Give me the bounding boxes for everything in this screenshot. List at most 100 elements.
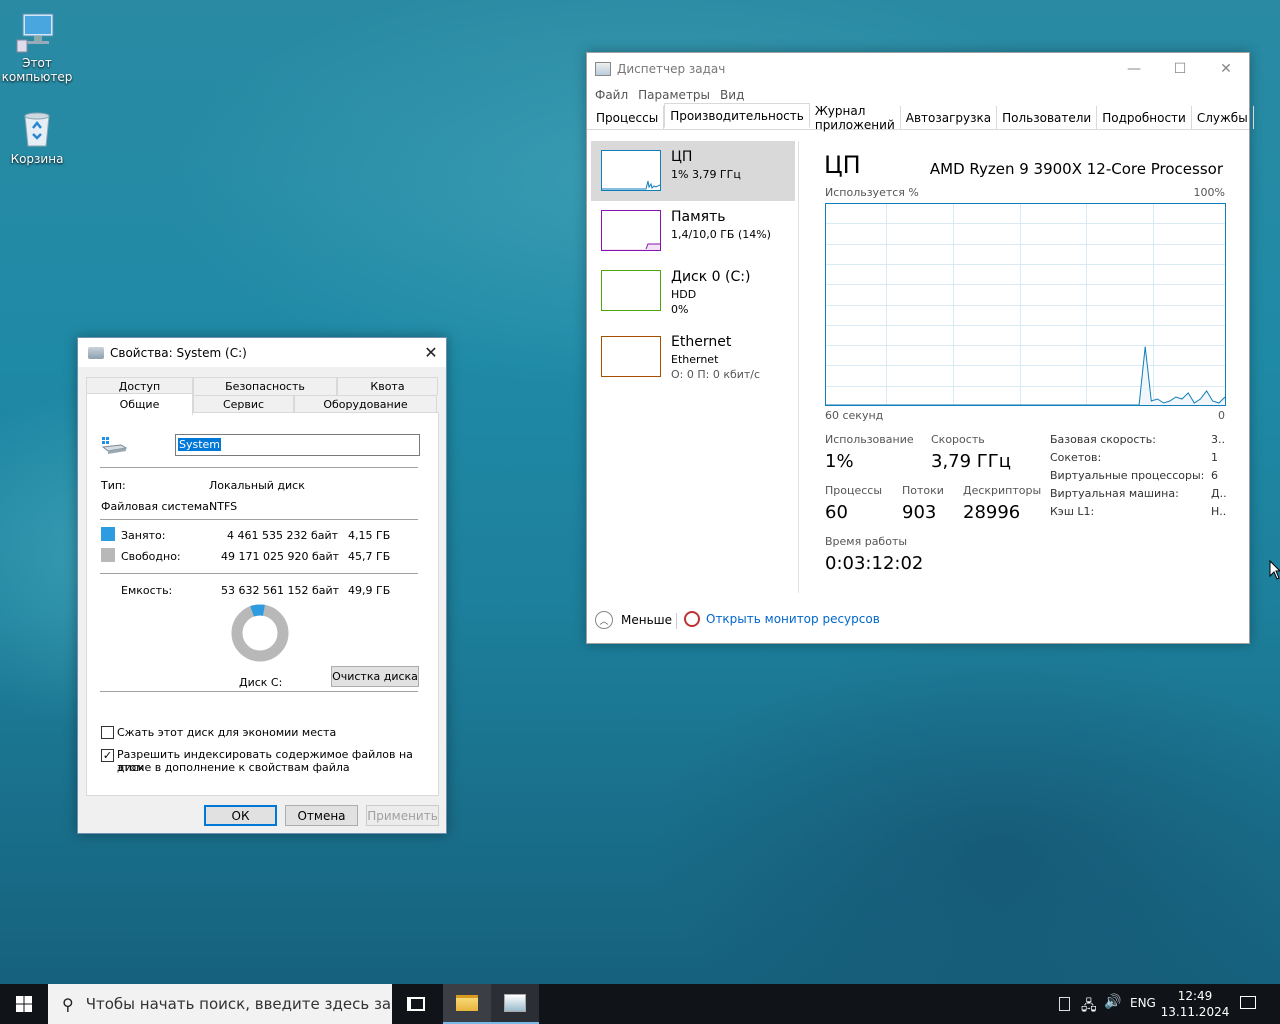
cpu-thumbnail: [601, 150, 661, 191]
maximize-button[interactable]: ☐: [1157, 53, 1203, 84]
maximize-icon: ☐: [1173, 60, 1187, 77]
graph-max: 100%: [1193, 186, 1225, 199]
free-bytes: 49 171 025 920 байт: [221, 550, 340, 563]
usage-label: Использование: [825, 433, 914, 446]
ok-button[interactable]: ОК: [204, 805, 277, 826]
graph-time: 60 секунд: [825, 409, 884, 422]
free-gb: 45,7 ГБ: [348, 550, 391, 563]
side-sub: 0%: [671, 303, 689, 316]
graph-label: Используется %: [825, 186, 919, 199]
compress-label: Сжать этот диск для экономии места: [117, 726, 337, 739]
taskbar: ⚲ Чтобы начать поиск, введите здесь запр…: [0, 984, 1280, 1024]
desktop-icon-recycle-bin[interactable]: Корзина: [0, 106, 74, 166]
close-button[interactable]: ✕: [416, 338, 446, 367]
side-item-ethernet[interactable]: Ethernet Ethernet О: 0 П: 0 кбит/с: [591, 327, 795, 387]
used-swatch: [101, 527, 115, 541]
taskbar-app-task-manager[interactable]: [491, 984, 539, 1024]
side-item-disk[interactable]: Диск 0 (C:) HDD 0%: [591, 261, 795, 321]
folder-icon: [456, 995, 478, 1011]
right-stat-value: 6: [1211, 469, 1218, 482]
side-sub: О: 0 П: 0 кбит/с: [671, 368, 761, 381]
divider: [100, 519, 418, 520]
clock-date: 13.11.2024: [1160, 1005, 1230, 1019]
close-icon: ✕: [424, 343, 438, 362]
side-sub: 1,4/10,0 ГБ (14%): [671, 228, 771, 241]
search-box[interactable]: ⚲ Чтобы начать поиск, введите здесь запр…: [48, 984, 392, 1024]
tab-general[interactable]: Общие: [86, 393, 193, 415]
tab-quota[interactable]: Квота: [337, 377, 438, 395]
task-manager-window: Диспетчер задач — ☐ ✕ Файл Параметры Вид…: [586, 52, 1254, 644]
tablet-icon[interactable]: [1059, 997, 1070, 1011]
search-placeholder: Чтобы начать поиск, введите здесь запрос: [85, 995, 392, 1013]
tab-app-history[interactable]: Журнал приложений: [810, 104, 901, 132]
used-label: Занято:: [121, 529, 166, 542]
tab-security[interactable]: Безопасность: [193, 377, 337, 395]
divider: [100, 573, 418, 574]
tm-tabs: Процессы Производительность Журнал прило…: [587, 103, 1254, 132]
task-manager-icon: [595, 61, 611, 76]
tab-details[interactable]: Подробности: [1097, 106, 1192, 129]
speed-label: Скорость: [931, 433, 985, 446]
handles-value: 28996: [963, 502, 1021, 523]
handles-label: Дескрипторы: [963, 484, 1042, 497]
drive-icon: [88, 346, 104, 359]
menu-options[interactable]: Параметры: [638, 88, 710, 102]
desktop-icon-this-pc[interactable]: Этот компьютер: [0, 10, 74, 84]
right-stat-value: 3..: [1211, 433, 1225, 446]
language-indicator[interactable]: ENG: [1130, 996, 1156, 1010]
right-stat-label: Виртуальные процессоры:: [1050, 469, 1205, 482]
close-button[interactable]: ✕: [1203, 53, 1249, 84]
graph-frame: [825, 203, 1226, 406]
right-stat-label: Виртуальная машина:: [1050, 487, 1179, 500]
minimize-icon: —: [1127, 60, 1141, 77]
tm-titlebar[interactable]: Диспетчер задач — ☐ ✕: [587, 53, 1249, 84]
side-item-cpu[interactable]: ЦП 1% 3,79 ГГц: [591, 141, 795, 201]
side-sub: 1% 3,79 ГГц: [671, 168, 741, 181]
menu-file[interactable]: Файл: [595, 88, 628, 102]
cancel-button[interactable]: Отмена: [285, 805, 358, 826]
task-view-button[interactable]: [392, 984, 440, 1024]
processor-name: AMD Ryzen 9 3900X 12-Core Processor: [929, 160, 1223, 178]
tab-hardware[interactable]: Оборудование: [294, 395, 437, 413]
start-button[interactable]: [0, 984, 48, 1024]
fewer-details-button[interactable]: ︿ Меньше: [595, 611, 672, 629]
minimize-button[interactable]: —: [1111, 53, 1157, 84]
compress-checkbox[interactable]: [101, 726, 114, 739]
menu-view[interactable]: Вид: [720, 88, 744, 102]
free-label: Свободно:: [121, 550, 181, 563]
fs-label: Файловая система:: [101, 500, 213, 513]
disk-thumbnail: [601, 270, 661, 311]
open-resource-monitor-link[interactable]: Открыть монитор ресурсов: [684, 611, 880, 627]
tab-startup[interactable]: Автозагрузка: [901, 106, 998, 129]
general-panel: System Тип: Локальный диск Файловая сист…: [86, 412, 439, 796]
notifications-icon[interactable]: [1240, 996, 1256, 1009]
network-icon[interactable]: 🖧: [1081, 995, 1097, 1019]
tab-performance[interactable]: Производительность: [664, 103, 810, 128]
tab-services[interactable]: Службы: [1192, 106, 1254, 129]
taskbar-app-explorer[interactable]: [443, 984, 491, 1024]
apply-button[interactable]: Применить: [366, 805, 439, 826]
disk-cleanup-button[interactable]: Очистка диска: [331, 666, 419, 687]
task-view-icon: [407, 997, 425, 1011]
cpu-usage-graph: [825, 203, 1226, 406]
type-value: Локальный диск: [209, 479, 305, 492]
dialog-titlebar[interactable]: Свойства: System (C:) ✕: [78, 338, 446, 367]
volume-name-input[interactable]: System: [175, 434, 420, 456]
tab-users[interactable]: Пользователи: [997, 106, 1098, 129]
right-stat-value: Н..: [1211, 505, 1227, 518]
threads-label: Потоки: [902, 484, 944, 497]
dialog-title: Свойства: System (C:): [110, 345, 247, 360]
desktop-icon-label: Этот компьютер: [1, 56, 73, 84]
clock[interactable]: 12:49 13.11.2024: [1160, 988, 1230, 1020]
right-stat-label: Сокетов:: [1050, 451, 1102, 464]
right-stat-value: 1: [1211, 451, 1218, 464]
volume-icon[interactable]: 🔊: [1104, 994, 1121, 1010]
uptime-value: 0:03:12:02: [825, 553, 924, 574]
tab-processes[interactable]: Процессы: [591, 106, 665, 129]
side-name: Диск 0 (C:): [671, 269, 751, 285]
side-item-memory[interactable]: Память 1,4/10,0 ГБ (14%): [591, 201, 795, 261]
index-label-line2: диске в дополнение к свойствам файла: [117, 761, 350, 774]
index-checkbox[interactable]: ✓: [101, 749, 114, 762]
right-stat-label: Базовая скорость:: [1050, 433, 1156, 446]
tab-service[interactable]: Сервис: [193, 395, 294, 413]
